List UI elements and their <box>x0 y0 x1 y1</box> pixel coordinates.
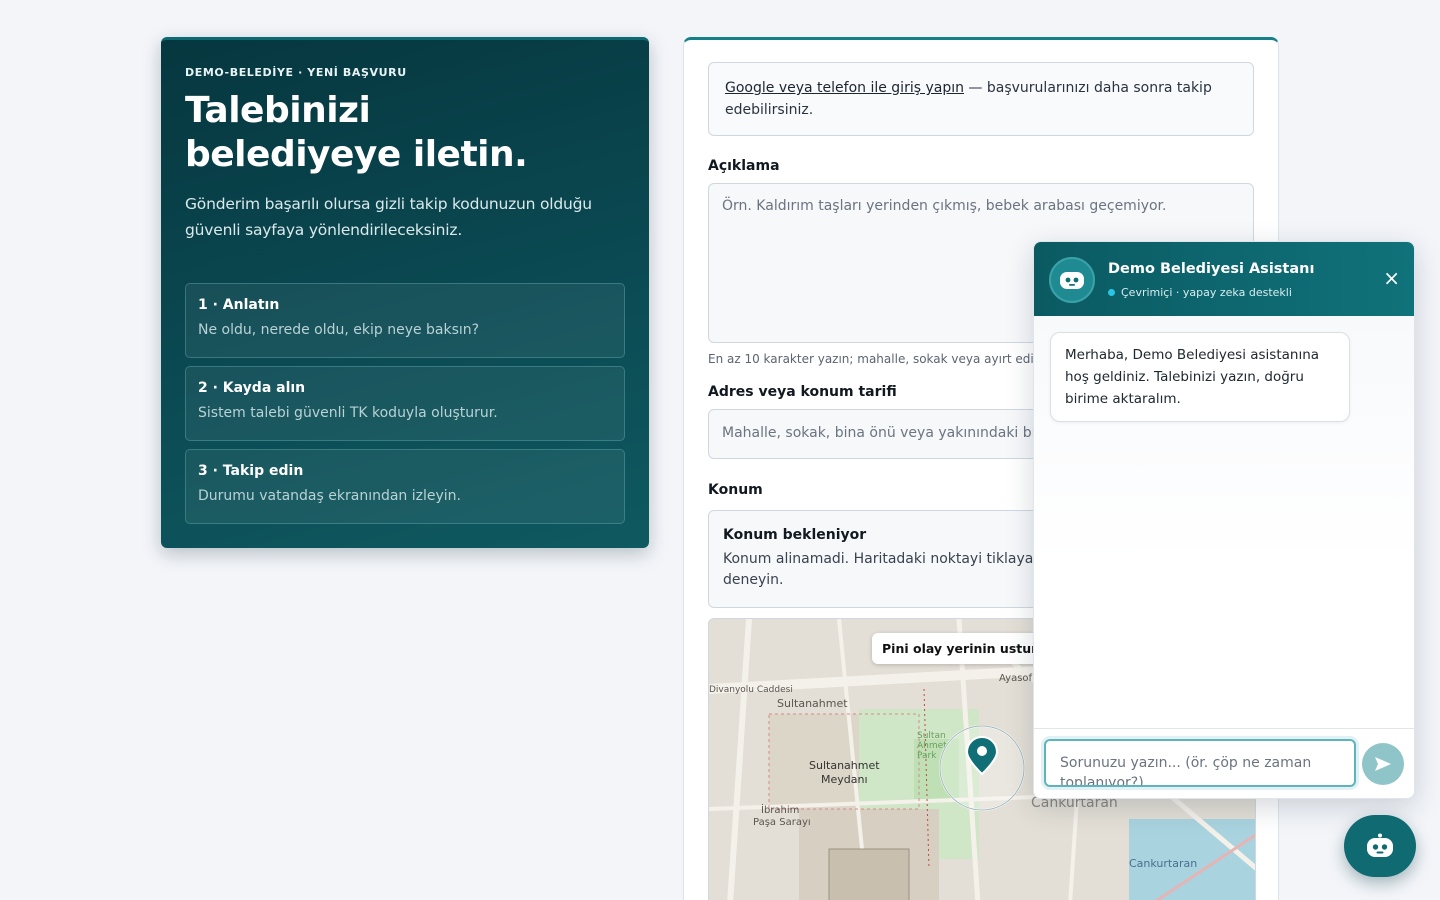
assistant-chat-panel: Demo Belediyesi Asistanı Çevrimiçi · yap… <box>1033 241 1415 799</box>
login-notice: Google veya telefon ile giriş yapın — ba… <box>708 62 1254 136</box>
map-label-meydani-1: Sultanahmet <box>809 759 880 772</box>
chat-status-text: Çevrimiçi · yapay zeka destekli <box>1121 286 1292 299</box>
chat-assistant-name: Demo Belediyesi Asistanı <box>1108 261 1315 277</box>
map-label-ibrahim-1: İbrahim <box>761 805 800 816</box>
robot-icon <box>1367 833 1393 857</box>
step-track: 3 · Takip edin Durumu vatandaş ekranında… <box>185 449 625 524</box>
chat-messages: Merhaba, Demo Belediyesi asistanına hoş … <box>1034 316 1414 730</box>
robot-icon <box>1060 272 1084 289</box>
step-describe: 1 · Anlatın Ne oldu, nerede oldu, ekip n… <box>185 283 625 358</box>
map-hint-pill: Pini olay yerinin ustune <box>872 633 1059 664</box>
map-label-divanyolu: Divanyolu Caddesi <box>709 685 793 695</box>
hero-eyebrow: DEMO-BELEDİYE · YENİ BAŞVURU <box>185 66 407 79</box>
bot-avatar <box>1049 257 1095 303</box>
send-button[interactable] <box>1362 743 1404 785</box>
chat-header: Demo Belediyesi Asistanı Çevrimiçi · yap… <box>1034 242 1414 316</box>
step-text: Durumu vatandaş ekranından izleyin. <box>198 488 461 504</box>
map-pin-icon[interactable] <box>937 723 1027 813</box>
online-dot-icon <box>1108 289 1115 296</box>
hero-card: DEMO-BELEDİYE · YENİ BAŞVURU Talebinizi … <box>161 37 649 548</box>
map-label-ayasof: Ayasof <box>999 673 1033 684</box>
step-title: 2 · Kayda alın <box>198 380 306 396</box>
description-placeholder: Örn. Kaldırım taşları yerinden çıkmış, b… <box>722 198 1167 214</box>
step-record: 2 · Kayda alın Sistem talebi güvenli TK … <box>185 366 625 441</box>
title-line-1: Talebinizi <box>185 90 371 131</box>
map-label-cankurtaran-2: Cankurtaran <box>1129 857 1198 870</box>
chat-input[interactable]: Sorunuzu yazın... (ör. çöp ne zaman topl… <box>1044 739 1356 787</box>
chat-status: Çevrimiçi · yapay zeka destekli <box>1108 286 1292 299</box>
map-label-ibrahim-2: Paşa Sarayı <box>753 817 811 828</box>
send-icon <box>1375 757 1391 771</box>
address-placeholder: Mahalle, sokak, bina önü veya yakınındak… <box>722 425 1061 441</box>
chat-composer: Sorunuzu yazın... (ör. çöp ne zaman topl… <box>1034 728 1414 798</box>
close-icon[interactable]: × <box>1383 268 1400 288</box>
step-text: Sistem talebi güvenli TK koduyla oluştur… <box>198 405 498 421</box>
steps-list: 1 · Anlatın Ne oldu, nerede oldu, ekip n… <box>185 283 625 524</box>
assistant-message: Merhaba, Demo Belediyesi asistanına hoş … <box>1050 332 1350 422</box>
page-title: Talebinizi belediyeye iletin. <box>185 89 625 177</box>
map-label-sultanahmet: Sultanahmet <box>777 697 848 710</box>
hero-subtitle: Gönderim başarılı olursa gizli takip kod… <box>185 195 592 239</box>
chat-launcher-button[interactable] <box>1344 815 1416 877</box>
step-text: Ne oldu, nerede oldu, ekip neye baksın? <box>198 322 480 338</box>
map-label-meydani-2: Meydanı <box>821 773 868 786</box>
description-label: Açıklama <box>708 158 780 174</box>
title-line-2: belediyeye iletin. <box>185 134 528 175</box>
step-title: 3 · Takip edin <box>198 463 304 479</box>
chat-input-placeholder: Sorunuzu yazın... (ör. çöp ne zaman topl… <box>1060 755 1312 787</box>
login-link[interactable]: Google veya telefon ile giriş yapın <box>725 80 964 96</box>
step-title: 1 · Anlatın <box>198 297 280 313</box>
